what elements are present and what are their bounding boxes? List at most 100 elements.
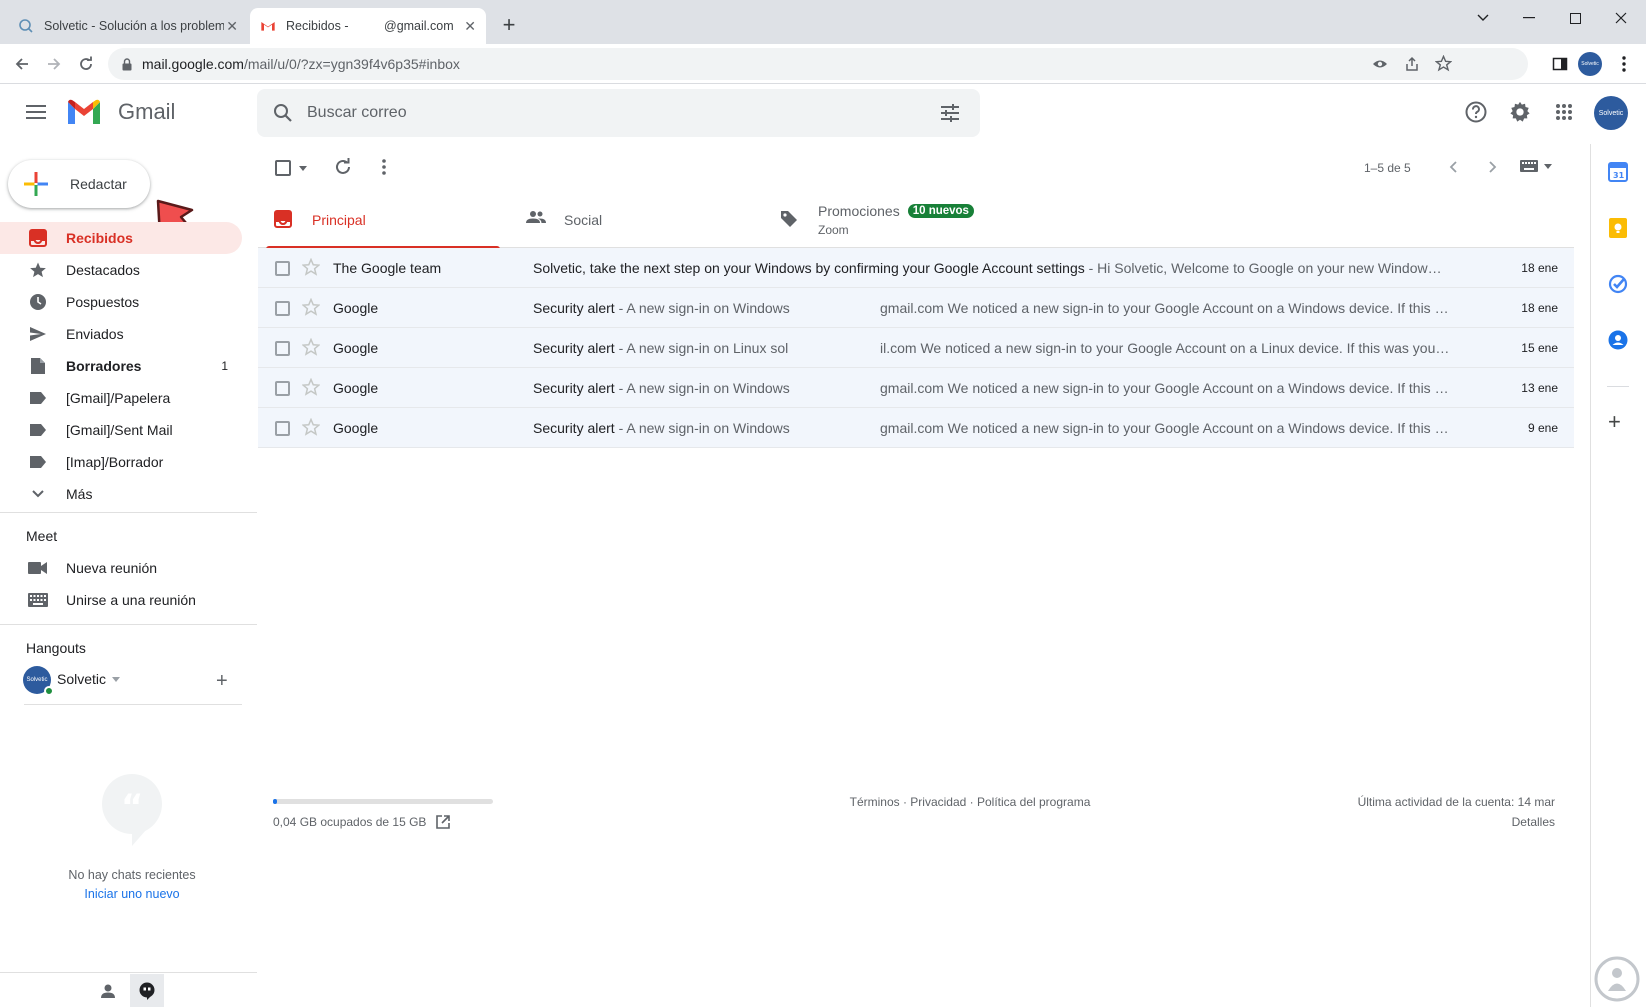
sidebar-item-enviados[interactable]: Enviados — [0, 318, 242, 350]
select-dropdown-icon[interactable] — [299, 166, 307, 171]
prev-page-icon[interactable] — [1449, 161, 1457, 173]
star-outline-icon[interactable] — [302, 338, 320, 356]
maximize-window-button[interactable] — [1552, 4, 1598, 32]
row-checkbox[interactable] — [275, 341, 290, 356]
row-checkbox[interactable] — [275, 421, 290, 436]
sidebar-divider — [24, 704, 242, 705]
compose-button[interactable]: Redactar — [8, 160, 150, 208]
email-date: 15 ene — [1521, 341, 1558, 355]
share-icon[interactable] — [1404, 56, 1420, 72]
sidebar-item-borradores[interactable]: Borradores 1 — [0, 350, 242, 382]
add-addon-icon[interactable]: + — [1608, 411, 1621, 433]
help-icon[interactable] — [1456, 92, 1496, 132]
avatar-label: Solvetic — [1598, 109, 1624, 117]
tab-title-suffix: @gmail.com — [384, 19, 454, 33]
bookmark-star-icon[interactable] — [1435, 55, 1452, 72]
start-new-chat-link[interactable]: Iniciar uno nuevo — [0, 887, 264, 901]
tab-promociones[interactable]: Promociones 10 nuevos Zoom — [780, 192, 1060, 248]
tasks-icon[interactable] — [1608, 274, 1628, 294]
tab-title: Solvetic - Solución a los problemas — [44, 19, 224, 33]
keep-icon[interactable] — [1608, 218, 1628, 238]
details-link[interactable]: Detalles — [1512, 815, 1555, 829]
main-menu-icon[interactable] — [16, 92, 56, 132]
browser-menu-icon[interactable] — [1610, 50, 1638, 78]
address-bar[interactable]: mail.google.com/mail/u/0/?zx=ygn39f4v6p3… — [108, 48, 1528, 80]
row-checkbox[interactable] — [275, 261, 290, 276]
gmail-logo[interactable]: Gmail — [66, 98, 175, 126]
eye-icon[interactable] — [1372, 56, 1388, 72]
sidebar-item-pospuestos[interactable]: Pospuestos — [0, 286, 242, 318]
email-row[interactable]: The Google team Solvetic, take the next … — [258, 248, 1574, 288]
search-input[interactable]: Buscar correo — [307, 104, 407, 122]
sidebar-item-destacados[interactable]: Destacados — [0, 254, 242, 286]
category-tabs: Principal Social Promociones 10 nuevos Z… — [258, 192, 1574, 249]
search-options-icon[interactable] — [940, 103, 960, 123]
search-icon[interactable] — [273, 103, 293, 123]
account-avatar[interactable]: Solvetic — [1594, 96, 1628, 130]
star-outline-icon[interactable] — [302, 258, 320, 276]
app-name: Gmail — [118, 99, 176, 124]
email-snippet-continued: gmail.com We noticed a new sign-in to yo… — [880, 380, 1449, 396]
reload-button[interactable] — [72, 50, 100, 78]
hangouts-user-menu[interactable]: Solvetic — [57, 671, 121, 687]
hangouts-tab-button[interactable] — [130, 974, 164, 1007]
row-checkbox[interactable] — [275, 381, 290, 396]
solvetic-watermark-logo — [1594, 956, 1640, 1002]
tab-search-button[interactable] — [1460, 4, 1506, 32]
browser-profile-avatar[interactable]: Solvetic — [1578, 52, 1602, 76]
keyboard-icon — [28, 590, 48, 610]
input-tools-button[interactable] — [1520, 160, 1552, 172]
caret-down-icon — [112, 676, 121, 682]
star-outline-icon[interactable] — [302, 418, 320, 436]
sidebar-item-nueva-reunion[interactable]: Nueva reunión — [0, 552, 242, 584]
settings-gear-icon[interactable] — [1500, 92, 1540, 132]
video-icon — [28, 558, 48, 578]
sidebar-item-gmail-sent-mail[interactable]: [Gmail]/Sent Mail — [0, 414, 242, 446]
contacts-icon[interactable] — [1608, 330, 1628, 350]
tab-principal[interactable]: Principal — [266, 192, 500, 249]
row-checkbox[interactable] — [275, 301, 290, 316]
calendar-icon[interactable]: 31 — [1608, 162, 1628, 182]
footer-links[interactable]: Términos · Privacidad · Política del pro… — [700, 795, 1240, 809]
star-outline-icon[interactable] — [302, 298, 320, 316]
star-outline-icon[interactable] — [302, 378, 320, 396]
next-page-icon[interactable] — [1489, 161, 1497, 173]
email-snippet-continued: il.com We noticed a new sign-in to your … — [880, 340, 1450, 356]
back-button[interactable] — [8, 50, 36, 78]
lock-icon[interactable] — [122, 57, 132, 71]
email-row[interactable]: Google Security alert - A new sign-in on… — [258, 288, 1574, 328]
browser-tab-gmail[interactable]: Recibidos - @gmail.com ✕ — [250, 8, 486, 44]
search-bar[interactable]: Buscar correo — [257, 89, 980, 137]
sidebar-item-gmail-papelera[interactable]: [Gmail]/Papelera — [0, 382, 242, 414]
sidebar-item-mas[interactable]: Más — [0, 478, 242, 510]
sidebar-bottom-divider — [0, 972, 257, 973]
forward-button[interactable] — [40, 50, 68, 78]
contacts-person-icon[interactable] — [100, 983, 116, 999]
sidebar-item-label: Recibidos — [66, 230, 133, 246]
close-tab-icon[interactable]: ✕ — [464, 18, 476, 35]
email-sender: Google — [333, 300, 379, 316]
new-tab-button[interactable]: + — [496, 12, 522, 38]
sidebar-item-imap-borrador[interactable]: [Imap]/Borrador — [0, 446, 242, 478]
select-all-checkbox[interactable] — [275, 160, 291, 176]
open-in-new-icon[interactable] — [436, 815, 451, 829]
minimize-window-button[interactable] — [1506, 4, 1552, 32]
email-snippet: - A new sign-in on Windows — [614, 300, 790, 316]
email-row[interactable]: Google Security alert - A new sign-in on… — [258, 368, 1574, 408]
add-chat-icon[interactable]: + — [216, 670, 228, 693]
tab-social[interactable]: Social — [526, 192, 766, 248]
sidebar-item-recibidos[interactable]: Recibidos — [0, 222, 242, 254]
refresh-icon[interactable] — [334, 158, 352, 176]
storage-bar — [273, 799, 493, 804]
browser-tab-solvetic[interactable]: Solvetic - Solución a los problemas ✕ — [8, 8, 248, 44]
close-window-button[interactable] — [1598, 4, 1644, 32]
label-icon — [28, 388, 48, 408]
side-panel-icon[interactable] — [1546, 50, 1574, 78]
more-options-icon[interactable] — [382, 159, 386, 175]
sidebar-item-unirse-reunion[interactable]: Unirse a una reunión — [0, 584, 242, 616]
close-tab-icon[interactable]: ✕ — [226, 18, 238, 35]
email-date: 9 ene — [1527, 421, 1558, 435]
email-row[interactable]: Google Security alert - A new sign-in on… — [258, 328, 1574, 368]
email-row[interactable]: Google Security alert - A new sign-in on… — [258, 408, 1574, 448]
apps-grid-icon[interactable] — [1544, 92, 1584, 132]
